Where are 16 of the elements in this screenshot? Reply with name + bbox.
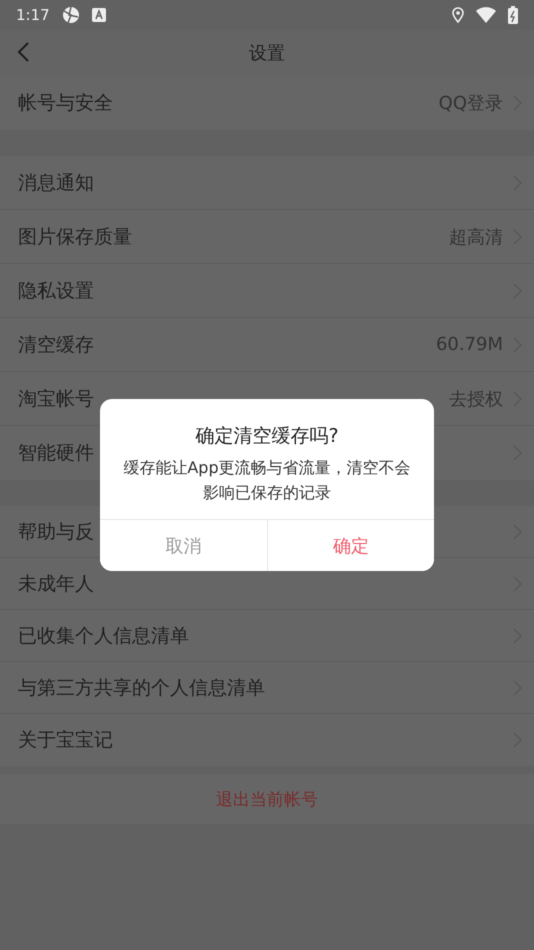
dialog-message: 缓存能让App更流畅与省流量，清空不会影响已保存的记录	[122, 457, 412, 504]
row-label: 清空缓存	[18, 332, 95, 358]
row-label: 图片保存质量	[18, 224, 133, 250]
row-label: 已收集个人信息清单	[18, 624, 190, 648]
row-label: 智能硬件	[18, 441, 95, 466]
row-label: 隐私设置	[18, 278, 95, 304]
status-time: 1:17	[16, 6, 50, 24]
row-label: 关于宝宝记	[18, 728, 114, 753]
row-label: 帮助与反	[18, 520, 95, 544]
row-label: 消息通知	[18, 170, 95, 196]
page-title: 设置	[249, 42, 285, 65]
row-label: 未成年人	[18, 572, 95, 596]
row-label: 帐号与安全	[18, 91, 114, 116]
dialog-title: 确定清空缓存吗?	[194, 424, 340, 449]
row-label: 与第三方共享的个人信息清单	[18, 676, 266, 700]
row-label: 淘宝帐号	[18, 386, 95, 412]
